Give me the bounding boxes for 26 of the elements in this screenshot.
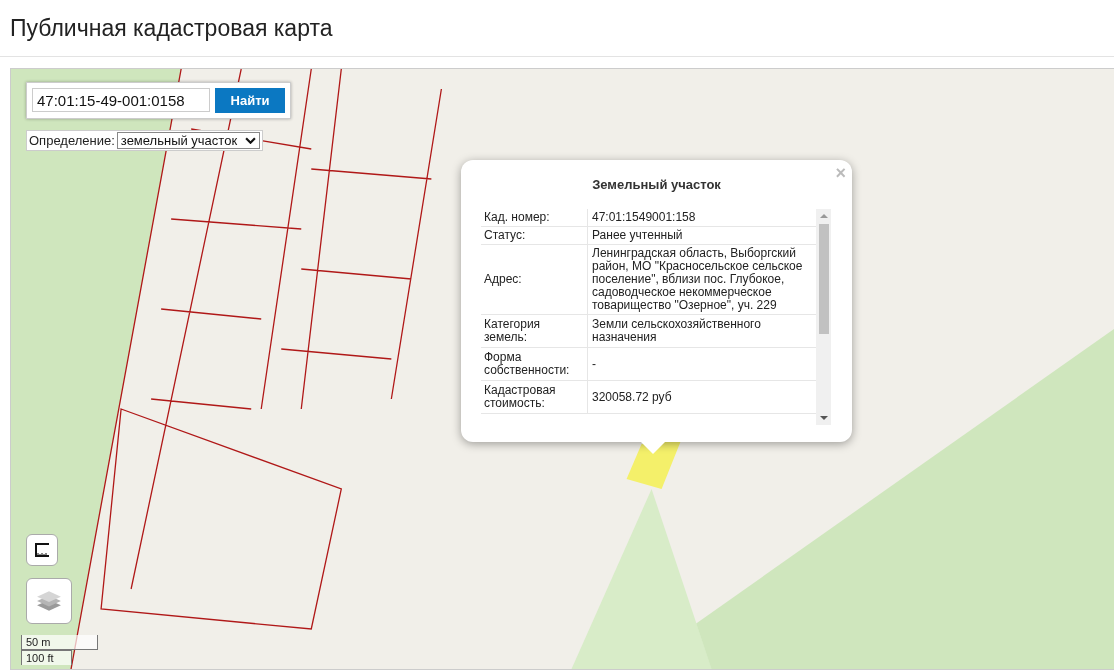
field-label: Кадастровая стоимость: <box>481 381 588 413</box>
field-label: Категория земель: <box>481 315 588 347</box>
field-value: Ранее учтенный <box>591 227 684 244</box>
layers-icon <box>36 589 62 613</box>
scale-imperial: 100 ft <box>21 650 72 665</box>
ruler-button[interactable] <box>26 534 58 566</box>
search-field[interactable]: 47:01:15-49-001:0158 <box>32 88 210 112</box>
search-button[interactable]: Найти <box>215 88 285 113</box>
scrollbar[interactable] <box>816 209 831 425</box>
field-value: 320058.72 руб <box>591 388 673 406</box>
layers-button[interactable] <box>26 578 72 624</box>
definition-dropdown[interactable]: земельный участок <box>116 132 261 149</box>
chevron-icon <box>245 137 257 144</box>
field-label: Кад. номер: <box>481 209 588 226</box>
field-value: - <box>591 355 597 373</box>
scale-metric: 50 m <box>21 635 98 650</box>
popup-title: Земельный участок <box>591 177 722 192</box>
definition-label: Определение: <box>29 133 115 148</box>
field-label: Адрес: <box>481 245 588 314</box>
ruler-icon <box>34 542 50 558</box>
field-value: 47:01:1549001:158 <box>591 209 697 226</box>
page-title: Публичная кадастровая карта <box>9 14 333 43</box>
field-label: Форма собственности: <box>481 348 588 380</box>
field-value: Земли сельскохозяйственного назначения <box>591 316 762 346</box>
field-value: Ленинградская область, Выборгский район, МО "Красносельское сельское поселение", вблизи пос. Глубокое, садоводческое некоммерческое товарищество "Озерное", уч. 229 <box>591 245 804 314</box>
field-label: Статус: <box>481 227 588 244</box>
